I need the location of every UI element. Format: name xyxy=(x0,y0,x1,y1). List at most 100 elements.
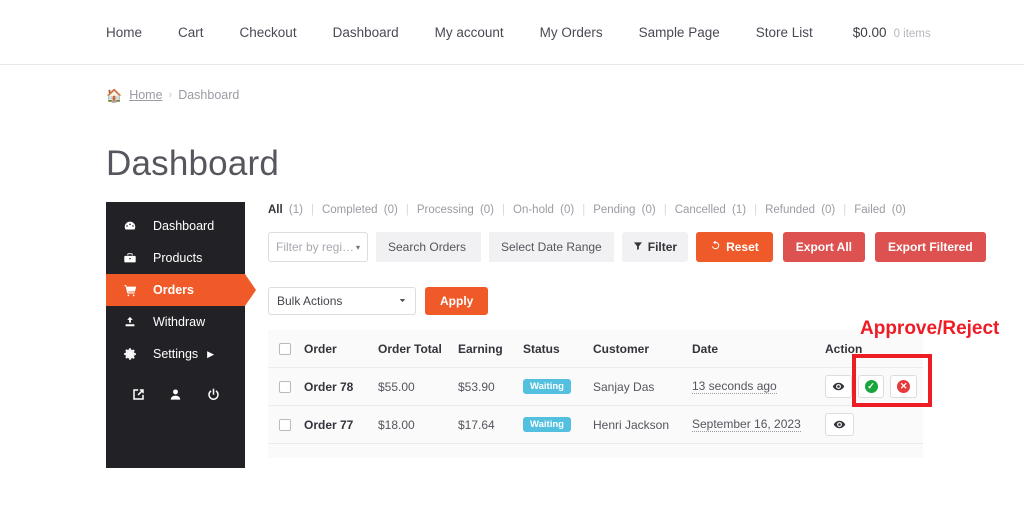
status-tab-pending[interactable]: Pending (0) xyxy=(593,204,655,216)
column-order: Order xyxy=(304,341,337,356)
dashboard-layout: Dashboard Products Orders Withdraw Setti… xyxy=(106,202,1024,468)
status-tab-label: Processing xyxy=(416,204,474,216)
status-tab-completed[interactable]: Completed (0) xyxy=(322,204,398,216)
status-tab-count: (1) xyxy=(288,204,303,216)
status-tab-label: Completed xyxy=(321,204,378,216)
date-range-input[interactable]: Select Date Range xyxy=(489,232,614,262)
cell-status: Waiting xyxy=(523,416,593,433)
breadcrumb-home-link[interactable]: Home xyxy=(129,88,162,102)
search-orders-input[interactable]: Search Orders xyxy=(376,232,481,262)
external-link-icon[interactable] xyxy=(129,384,149,404)
date-range-placeholder: Select Date Range xyxy=(501,240,602,254)
status-badge: Waiting xyxy=(523,378,571,395)
briefcase-icon xyxy=(123,251,145,265)
bulk-actions-select[interactable]: Bulk Actions xyxy=(268,287,416,315)
sidebar-item-orders[interactable]: Orders xyxy=(106,274,256,306)
cell-order[interactable]: Order 77 xyxy=(304,418,378,432)
sidebar-item-label-settings: Settings xyxy=(153,347,199,361)
speedometer-icon xyxy=(123,219,145,233)
tab-separator: | xyxy=(405,204,409,216)
power-icon[interactable] xyxy=(203,384,223,404)
select-all-cell xyxy=(268,342,304,355)
cell-date: September 16, 2023 xyxy=(692,417,825,432)
cell-customer: Sanjay Das xyxy=(593,379,655,394)
apply-button[interactable]: Apply xyxy=(425,287,489,315)
status-tab-count: (0) xyxy=(891,204,906,216)
status-tab-count: (1) xyxy=(732,204,747,216)
tab-separator: | xyxy=(843,204,847,216)
orders-content: All (1) | Completed (0) | Processing (0)… xyxy=(245,202,1024,468)
nav-item-dashboard[interactable]: Dashboard xyxy=(333,25,399,40)
sidebar-item-label-withdraw: Withdraw xyxy=(153,315,206,329)
reject-order-button[interactable]: ✕ xyxy=(890,375,918,398)
user-icon[interactable] xyxy=(166,384,186,404)
nav-item-store-list[interactable]: Store List xyxy=(756,25,813,40)
sidebar-item-settings[interactable]: Settings ▶ xyxy=(106,338,245,370)
tab-separator: | xyxy=(310,204,314,216)
status-filter-tabs: All (1) | Completed (0) | Processing (0)… xyxy=(268,202,1024,216)
region-filter-select[interactable]: Filter by regi… ▾ xyxy=(268,232,368,262)
column-date: Date xyxy=(692,341,719,356)
filter-toolbar: Filter by regi… ▾ Search Orders Select D… xyxy=(268,232,1024,262)
status-tab-processing[interactable]: Processing (0) xyxy=(417,204,494,216)
reset-button[interactable]: Reset xyxy=(696,232,773,262)
row-checkbox[interactable] xyxy=(279,418,291,431)
approve-order-button[interactable]: ✓ xyxy=(857,375,885,398)
view-order-button[interactable] xyxy=(825,413,854,436)
cell-order-total: $55.00 xyxy=(378,379,415,394)
cell-order-total: $18.00 xyxy=(378,417,415,432)
sidebar-item-label-orders: Orders xyxy=(153,283,194,297)
upload-icon xyxy=(123,315,145,329)
sidebar-item-withdraw[interactable]: Withdraw xyxy=(106,306,245,338)
orders-table: Order Order Total Earning Status Custome… xyxy=(268,318,999,458)
status-tab-label: Failed xyxy=(854,204,886,216)
tab-separator: | xyxy=(582,204,586,216)
breadcrumb: 🏠 Home › Dashboard xyxy=(0,65,1024,102)
status-tab-cancelled[interactable]: Cancelled (1) xyxy=(675,204,746,216)
column-customer: Customer xyxy=(593,341,650,356)
row-select-cell xyxy=(268,418,304,431)
export-all-button[interactable]: Export All xyxy=(782,232,865,262)
nav-item-checkout[interactable]: Checkout xyxy=(240,25,297,40)
date-text: September 16, 2023 xyxy=(692,417,801,432)
select-all-checkbox[interactable] xyxy=(279,342,291,355)
eye-icon xyxy=(832,382,845,391)
export-filtered-button[interactable]: Export Filtered xyxy=(875,232,986,262)
cart-icon xyxy=(123,283,145,297)
status-tab-count: (0) xyxy=(560,204,575,216)
status-tab-count: (0) xyxy=(641,204,656,216)
reset-icon xyxy=(710,240,721,254)
status-tab-count: (0) xyxy=(479,204,495,216)
funnel-icon xyxy=(633,241,643,254)
nav-item-my-account[interactable]: My account xyxy=(435,25,504,40)
status-tab-all[interactable]: All (1) xyxy=(268,204,303,216)
table-footer-spacer xyxy=(268,444,923,458)
sidebar-item-dashboard[interactable]: Dashboard xyxy=(106,210,245,242)
status-tab-failed[interactable]: Failed (0) xyxy=(854,204,906,216)
filter-button-label: Filter xyxy=(647,240,678,254)
view-order-button[interactable] xyxy=(825,375,852,398)
nav-item-sample-page[interactable]: Sample Page xyxy=(639,25,720,40)
status-tab-label: All xyxy=(268,204,283,216)
breadcrumb-current: Dashboard xyxy=(178,88,240,102)
row-checkbox[interactable] xyxy=(279,380,291,393)
nav-item-my-orders[interactable]: My Orders xyxy=(540,25,603,40)
status-tab-on-hold[interactable]: On-hold (0) xyxy=(513,204,574,216)
nav-item-home[interactable]: Home xyxy=(106,25,142,40)
tab-separator: | xyxy=(663,204,667,216)
cell-order[interactable]: Order 78 xyxy=(304,380,378,394)
status-tab-label: Pending xyxy=(593,204,636,216)
cart-summary[interactable]: $0.00 0 items xyxy=(853,25,931,40)
filter-button[interactable]: Filter xyxy=(621,232,689,262)
nav-item-cart[interactable]: Cart xyxy=(178,25,204,40)
status-tab-count: (0) xyxy=(383,204,398,216)
cell-customer: Henri Jackson xyxy=(593,417,670,432)
sidebar-item-products[interactable]: Products xyxy=(106,242,245,274)
site-header: Home Cart Checkout Dashboard My account … xyxy=(0,0,1024,65)
sidebar-item-label-dashboard: Dashboard xyxy=(153,219,215,233)
bulk-actions-value: Bulk Actions xyxy=(277,294,343,308)
chevron-down-icon xyxy=(398,296,407,307)
status-tab-refunded[interactable]: Refunded (0) xyxy=(765,204,835,216)
table-row[interactable]: Order 78 $55.00 $53.90 Waiting Sanjay Da… xyxy=(268,368,923,406)
table-row[interactable]: Order 77 $18.00 $17.64 Waiting Henri Jac… xyxy=(268,406,923,444)
